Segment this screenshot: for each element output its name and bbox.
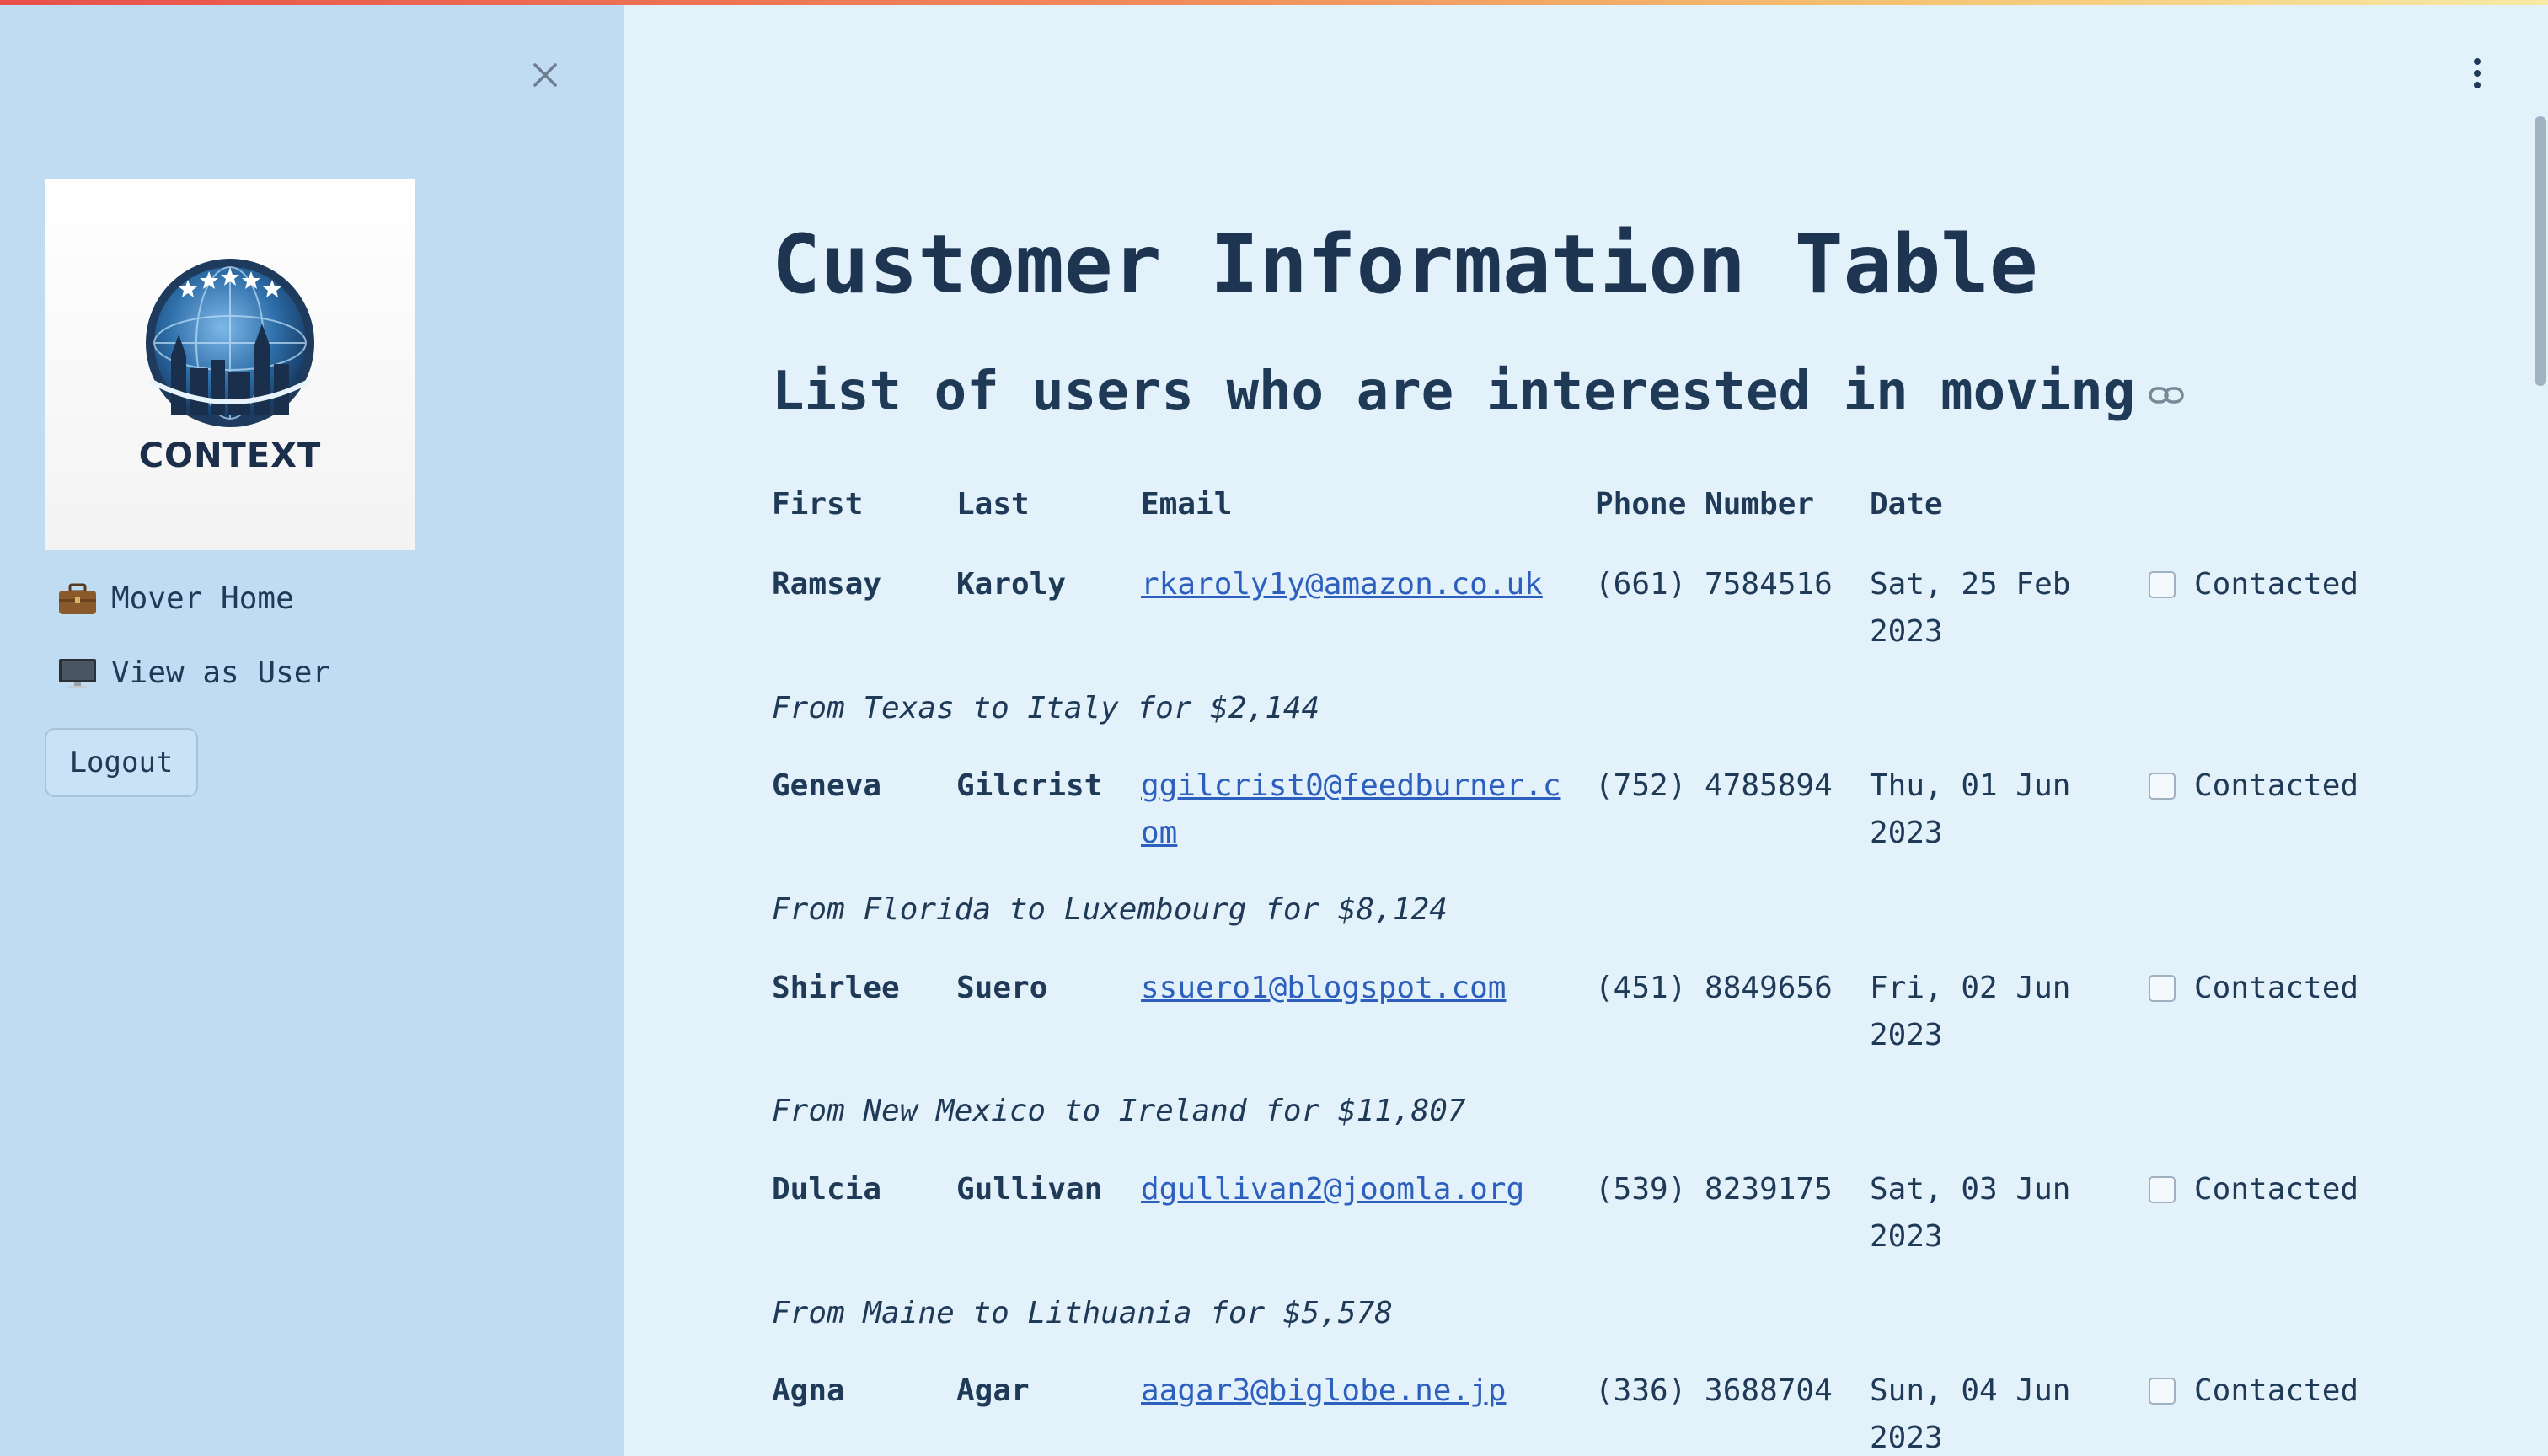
email-link[interactable]: aagar3@biglobe.ne.jp [1141, 1373, 1506, 1408]
checkbox-box[interactable] [2149, 571, 2176, 598]
cell-email: rkaroly1y@amazon.co.uk [1141, 561, 1579, 608]
checkbox-label: Contacted [2194, 567, 2359, 602]
main-menu-button[interactable] [2460, 52, 2494, 94]
move-note: From Texas to Italy for $2,144 [772, 691, 1320, 725]
close-icon [533, 63, 557, 87]
monitor-icon [59, 658, 96, 688]
cell-date: Fri, 02 Jun 2023 [1870, 971, 2071, 1052]
cell-last: Agar [956, 1373, 1030, 1408]
logo-text: CONTEXT [138, 436, 322, 475]
move-note: From New Mexico to Ireland for $11,807 [772, 1094, 1466, 1128]
cell-phone: (661) 7584516 [1595, 567, 1833, 602]
cell-phone: (451) 8849656 [1595, 971, 1833, 1005]
email-link[interactable]: dgullivan2@joomla.org [1141, 1172, 1524, 1207]
cell-date: Thu, 01 Jun 2023 [1870, 768, 2071, 850]
move-note: From Florida to Luxembourg for $8,124 [772, 892, 1448, 927]
col-header-date: Date [1870, 487, 1943, 522]
kebab-menu-icon [2474, 58, 2481, 65]
logout-button[interactable]: Logout [45, 728, 198, 797]
briefcase-icon [59, 583, 96, 614]
col-header-last: Last [956, 487, 1030, 522]
cell-last: Karoly [956, 567, 1067, 602]
cell-first: Geneva [772, 768, 882, 803]
cell-date: Sat, 25 Feb 2023 [1870, 567, 2071, 649]
cell-date: Sun, 04 Jun 2023 [1870, 1373, 2071, 1455]
cell-last: Suero [956, 971, 1048, 1005]
company-logo: CONTEXT [45, 179, 415, 550]
cell-phone: (539) 8239175 [1595, 1172, 1833, 1207]
cell-email: dgullivan2@joomla.org [1141, 1166, 1579, 1213]
cell-first: Shirlee [772, 971, 900, 1005]
cell-first: Ramsay [772, 567, 882, 602]
email-link[interactable]: ggilcrist0@feedburner.com [1141, 768, 1561, 850]
cell-last: Gullivan [956, 1172, 1103, 1207]
page-subtitle: List of users who are interested in movi… [772, 361, 2185, 423]
cell-email: ssuero1@blogspot.com [1141, 965, 1579, 1012]
cell-email: aagar3@biglobe.ne.jp [1141, 1368, 1579, 1415]
contacted-checkbox[interactable]: Contacted [2149, 561, 2358, 608]
sidebar: CONTEXT Mover Home View as User Logout [0, 0, 624, 1456]
checkbox-box[interactable] [2149, 975, 2176, 1002]
cell-last: Gilcrist [956, 768, 1103, 803]
email-link[interactable]: ssuero1@blogspot.com [1141, 971, 1506, 1005]
subtitle-text: List of users who are interested in movi… [772, 361, 2136, 423]
close-sidebar-button[interactable] [526, 56, 565, 94]
cell-phone: (752) 4785894 [1595, 768, 1833, 803]
contacted-checkbox[interactable]: Contacted [2149, 965, 2358, 1012]
contacted-checkbox[interactable]: Contacted [2149, 1368, 2358, 1415]
contacted-checkbox[interactable]: Contacted [2149, 763, 2358, 810]
contacted-checkbox[interactable]: Contacted [2149, 1166, 2358, 1213]
checkbox-box[interactable] [2149, 1378, 2176, 1405]
checkbox-label: Contacted [2194, 971, 2359, 1005]
cell-date: Sat, 03 Jun 2023 [1870, 1172, 2071, 1254]
cell-phone: (336) 3688704 [1595, 1373, 1833, 1408]
checkbox-box[interactable] [2149, 1176, 2176, 1203]
nav-label: Mover Home [111, 581, 294, 616]
nav-view-as-user[interactable]: View as User [57, 656, 330, 690]
nav-label: View as User [111, 656, 331, 690]
col-header-email: Email [1141, 487, 1233, 522]
nav-mover-home[interactable]: Mover Home [57, 581, 294, 616]
page-title: Customer Information Table [772, 217, 2038, 312]
cell-email: ggilcrist0@feedburner.com [1141, 763, 1579, 857]
cell-first: Dulcia [772, 1172, 882, 1207]
checkbox-label: Contacted [2194, 1373, 2359, 1408]
anchor-link-icon[interactable] [2149, 384, 2185, 406]
top-decoration-bar [0, 0, 2548, 5]
scrollbar[interactable] [2535, 116, 2546, 386]
globe-city-emblem-icon [146, 259, 314, 427]
move-note: From Maine to Lithuania for $5,578 [772, 1296, 1393, 1330]
col-header-phone: Phone Number [1595, 487, 1815, 522]
cell-first: Agna [772, 1373, 845, 1408]
email-link[interactable]: rkaroly1y@amazon.co.uk [1141, 567, 1543, 602]
checkbox-box[interactable] [2149, 773, 2176, 800]
checkbox-label: Contacted [2194, 768, 2359, 803]
col-header-first: First [772, 487, 864, 522]
checkbox-label: Contacted [2194, 1172, 2359, 1207]
